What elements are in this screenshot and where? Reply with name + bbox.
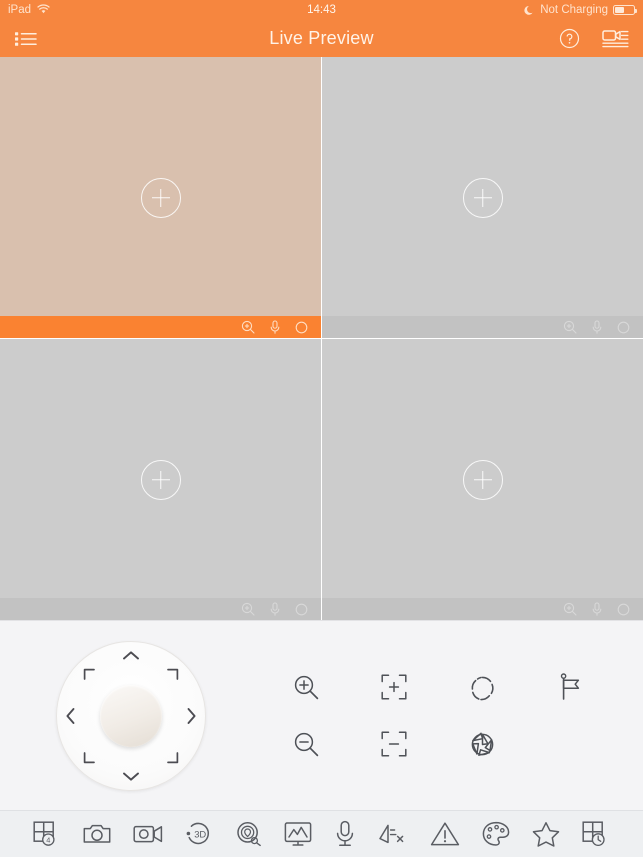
ptz-down-right-button[interactable] bbox=[166, 751, 179, 764]
digital-zoom-icon[interactable] bbox=[241, 602, 255, 616]
add-camera-icon[interactable] bbox=[140, 459, 181, 500]
video-panel-2-toolbar bbox=[322, 316, 643, 338]
microphone-icon[interactable] bbox=[591, 601, 603, 617]
bottom-toolbar: 4 3D bbox=[0, 810, 643, 857]
video-panel-1[interactable] bbox=[0, 57, 321, 338]
record-icon[interactable] bbox=[617, 321, 630, 334]
video-panel-3-surface[interactable] bbox=[0, 339, 321, 620]
star-icon[interactable] bbox=[532, 821, 560, 847]
ptz-up-left-button[interactable] bbox=[83, 668, 96, 681]
three-d-icon[interactable]: 3D bbox=[185, 821, 213, 847]
video-camera-icon[interactable] bbox=[133, 823, 163, 845]
battery-icon bbox=[613, 5, 637, 15]
video-panel-3-toolbar bbox=[0, 598, 321, 620]
svg-text:3D: 3D bbox=[194, 829, 206, 840]
warning-triangle-icon[interactable] bbox=[430, 821, 460, 847]
ptz-down-left-button[interactable] bbox=[83, 751, 96, 764]
video-panel-1-toolbar bbox=[0, 316, 321, 338]
record-icon[interactable] bbox=[295, 603, 308, 616]
microphone-icon[interactable] bbox=[334, 820, 356, 848]
grid-clock-icon[interactable] bbox=[582, 821, 610, 847]
ptz-up-button[interactable] bbox=[122, 650, 140, 661]
preset-button[interactable] bbox=[559, 673, 583, 701]
ptz-control-icon[interactable] bbox=[235, 821, 263, 847]
window-division-button[interactable]: 4 bbox=[33, 821, 61, 847]
focus-far-button[interactable] bbox=[381, 731, 407, 757]
digital-zoom-icon[interactable] bbox=[241, 320, 255, 334]
navigation-bar: Live Preview bbox=[0, 20, 643, 57]
svg-text:4: 4 bbox=[46, 835, 50, 844]
crescent-moon-icon bbox=[524, 5, 535, 16]
add-camera-icon[interactable] bbox=[140, 177, 181, 218]
battery-status-label: Not Charging bbox=[540, 4, 608, 16]
microphone-icon[interactable] bbox=[269, 601, 281, 617]
add-camera-icon[interactable] bbox=[462, 177, 503, 218]
ptz-dpad-container bbox=[0, 640, 262, 791]
status-bar-left: iPad bbox=[8, 3, 50, 17]
video-panel-1-surface[interactable] bbox=[0, 57, 321, 338]
page-title: Live Preview bbox=[269, 28, 374, 48]
digital-zoom-icon[interactable] bbox=[563, 602, 577, 616]
device-name-label: iPad bbox=[8, 4, 32, 16]
record-icon[interactable] bbox=[295, 321, 308, 334]
add-camera-icon[interactable] bbox=[462, 459, 503, 500]
ptz-center-knob[interactable] bbox=[100, 684, 162, 747]
ptz-down-button[interactable] bbox=[122, 771, 140, 782]
speaker-mute-icon[interactable] bbox=[378, 821, 408, 847]
list-menu-icon[interactable] bbox=[14, 29, 40, 49]
live-preview-grid bbox=[0, 57, 643, 620]
ptz-direction-pad[interactable] bbox=[56, 640, 206, 791]
record-icon[interactable] bbox=[617, 603, 630, 616]
iris-close-button[interactable] bbox=[469, 731, 496, 758]
microphone-icon[interactable] bbox=[269, 319, 281, 335]
navigation-bar-left bbox=[14, 29, 40, 49]
palette-icon[interactable] bbox=[482, 821, 510, 847]
ptz-left-button[interactable] bbox=[65, 707, 76, 725]
question-circle-icon[interactable] bbox=[559, 28, 580, 49]
iris-open-button[interactable] bbox=[469, 674, 496, 701]
video-panel-3[interactable] bbox=[0, 339, 321, 620]
ptz-control-panel bbox=[0, 620, 643, 810]
ptz-right-button[interactable] bbox=[186, 707, 197, 725]
status-bar: iPad 14:43 Not Charging bbox=[0, 0, 643, 20]
video-panel-2[interactable] bbox=[322, 57, 643, 338]
video-panel-2-surface[interactable] bbox=[322, 57, 643, 338]
ptz-up-right-button[interactable] bbox=[166, 668, 179, 681]
camera-icon[interactable] bbox=[83, 822, 111, 846]
status-bar-right: Not Charging bbox=[524, 4, 637, 16]
zoom-out-button[interactable] bbox=[293, 731, 320, 758]
wifi-icon bbox=[37, 3, 50, 17]
navigation-bar-right bbox=[559, 28, 629, 50]
digital-zoom-icon[interactable] bbox=[563, 320, 577, 334]
microphone-icon[interactable] bbox=[591, 319, 603, 335]
picture-monitor-icon[interactable] bbox=[284, 821, 312, 847]
focus-near-button[interactable] bbox=[381, 674, 407, 700]
camcorder-list-icon[interactable] bbox=[602, 28, 629, 50]
video-panel-4-toolbar bbox=[322, 598, 643, 620]
video-panel-4-surface[interactable] bbox=[322, 339, 643, 620]
zoom-in-button[interactable] bbox=[293, 674, 320, 701]
video-panel-4[interactable] bbox=[322, 339, 643, 620]
ptz-function-grid bbox=[262, 641, 643, 791]
